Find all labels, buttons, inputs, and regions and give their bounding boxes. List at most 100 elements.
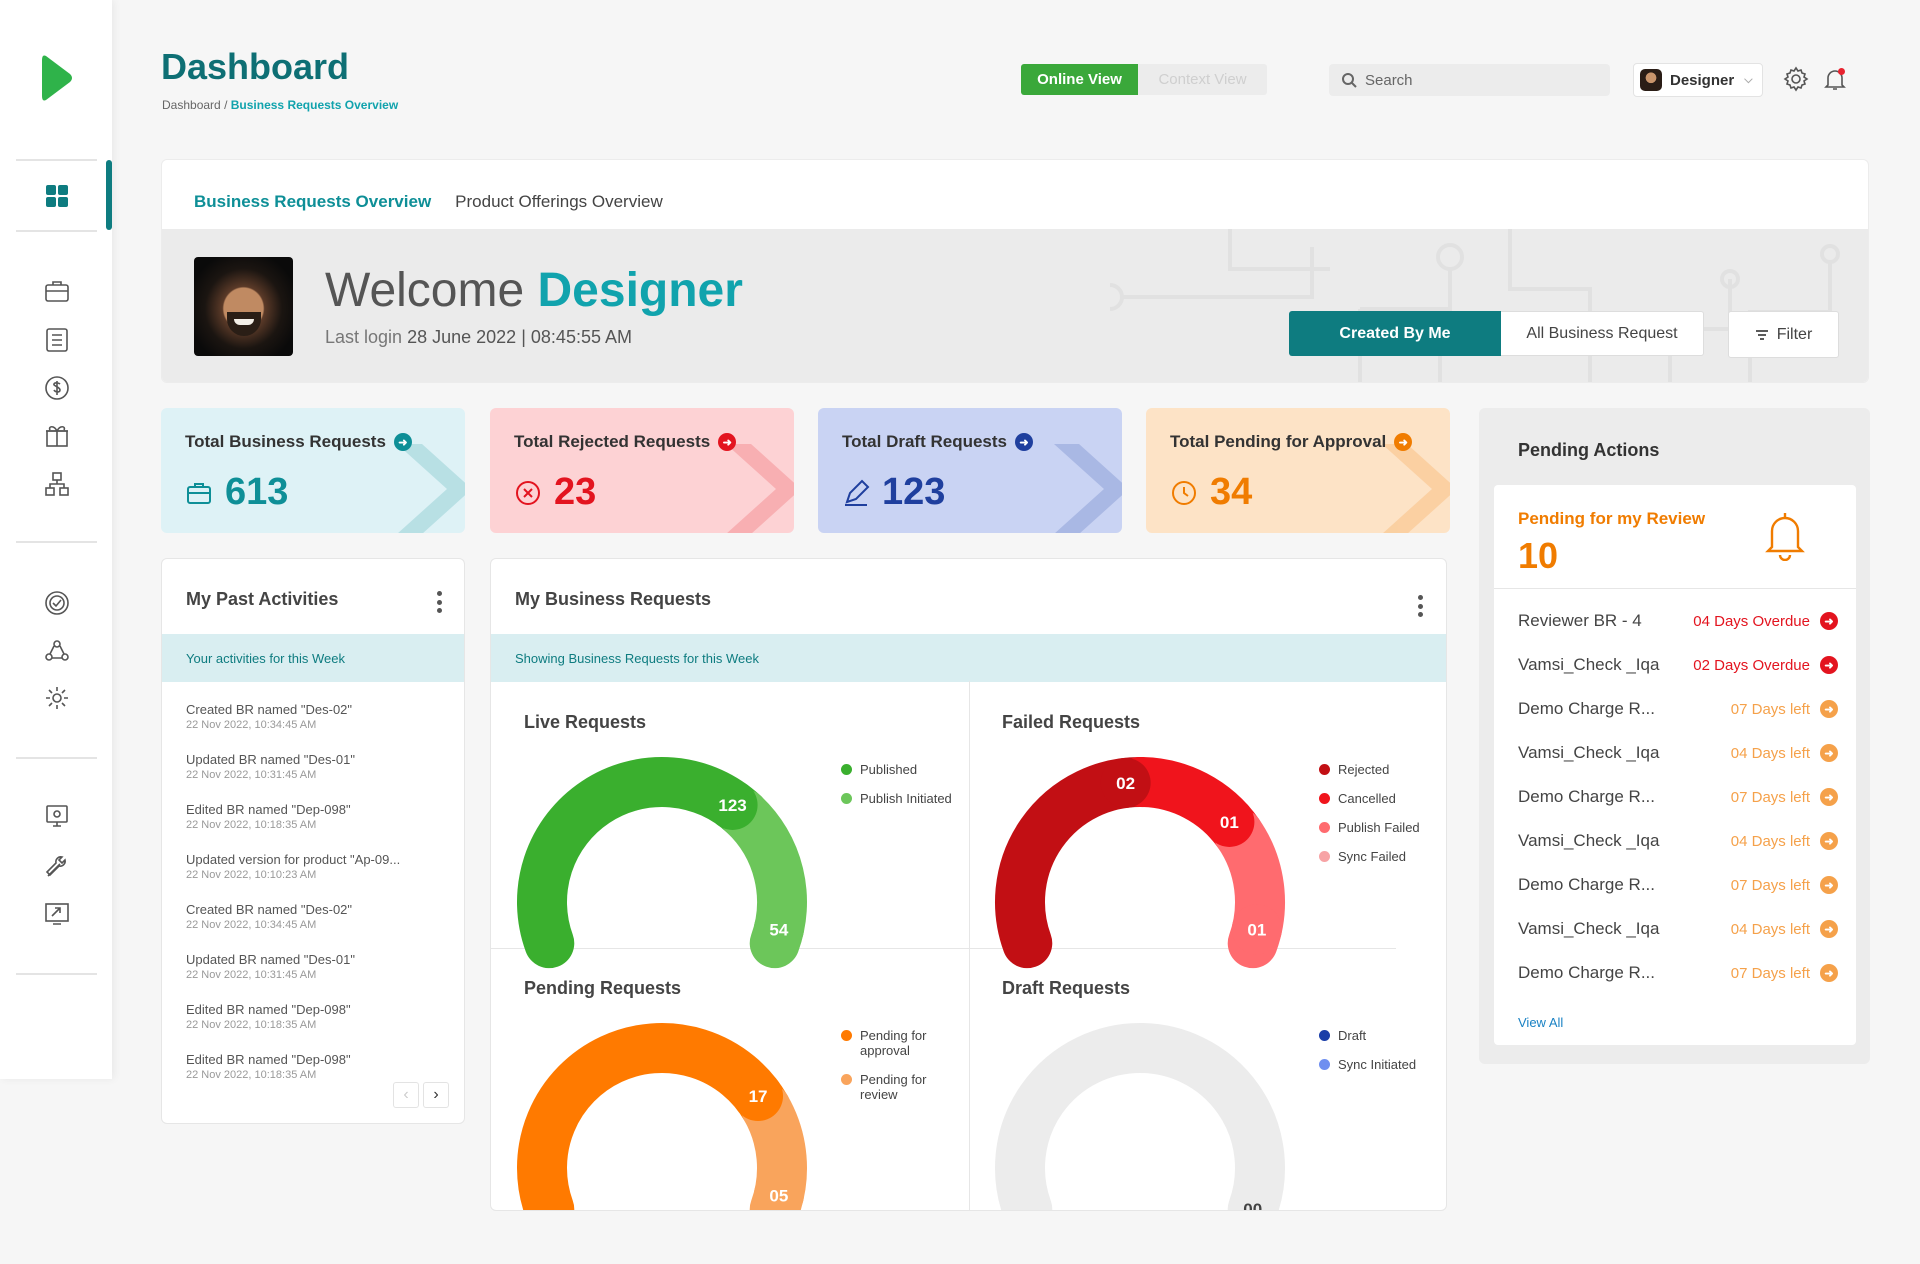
- kpi-value: 23: [514, 471, 596, 514]
- chart-legend: Rejected Cancelled Publish Failed Sync Fail…: [1319, 762, 1439, 878]
- activity-time: 22 Nov 2022, 10:18:35 AM: [186, 1069, 317, 1081]
- circuit-pattern-decoration: [1110, 229, 1840, 382]
- gift-icon[interactable]: [41, 419, 73, 451]
- arrow-right-icon[interactable]: ➜: [1394, 433, 1413, 451]
- more-options-icon[interactable]: [436, 591, 442, 613]
- check-circle-icon[interactable]: [41, 587, 73, 619]
- kpi-card[interactable]: Total Pending for Approval ➜ 34: [1146, 408, 1450, 533]
- pending-item-name: Demo Charge R...: [1518, 787, 1655, 806]
- avatar: [1640, 69, 1662, 91]
- activity-time: 22 Nov 2022, 10:18:35 AM: [186, 819, 317, 831]
- legend-item: Rejected: [1319, 762, 1439, 777]
- business-requests-week-banner: Showing Business Requests for this Week: [491, 634, 1446, 682]
- monitor-settings-icon[interactable]: [41, 800, 73, 832]
- online-view-button[interactable]: Online View: [1021, 64, 1138, 95]
- breadcrumb: Dashboard / Business Requests Overview: [162, 98, 398, 112]
- search-placeholder: Search: [1365, 71, 1413, 89]
- kpi-label: Total Rejected Requests ➜: [514, 432, 737, 452]
- gauge-svg: 02 01 01: [995, 757, 1285, 969]
- gauge-chart: Live Requests 123 54 Published Publish Initi…: [491, 682, 970, 969]
- pending-item-status: 07 Days left: [1730, 700, 1810, 718]
- arrow-right-icon[interactable]: ➜: [1820, 744, 1838, 762]
- pending-actions-panel: Pending Actions Pending for my Review 10…: [1479, 408, 1870, 1064]
- legend-swatch: [1319, 793, 1330, 804]
- pending-item[interactable]: Demo Charge R... 07 Days left ➜: [1518, 961, 1838, 985]
- arrow-right-icon[interactable]: ➜: [1820, 788, 1838, 806]
- pending-item[interactable]: Demo Charge R... 07 Days left ➜: [1518, 873, 1838, 897]
- activity-time: 22 Nov 2022, 10:31:45 AM: [186, 769, 317, 781]
- export-screen-icon[interactable]: [41, 898, 73, 930]
- gauge-segment[interactable]: [517, 1023, 791, 1210]
- legend-item: Pending for review: [841, 1072, 961, 1102]
- arrow-right-icon[interactable]: ➜: [1820, 964, 1838, 982]
- kpi-card[interactable]: Total Business Requests ➜ 613: [161, 408, 465, 533]
- next-page-button[interactable]: ›: [423, 1082, 449, 1108]
- created-by-me-button[interactable]: Created By Me: [1289, 311, 1501, 356]
- chevron-decoration-icon: [1054, 444, 1122, 533]
- view-all-link[interactable]: View All: [1518, 1015, 1563, 1030]
- past-activities-title: My Past Activities: [186, 589, 339, 609]
- app-logo[interactable]: [40, 52, 76, 104]
- breadcrumb-root[interactable]: Dashboard: [162, 98, 221, 112]
- dashboard-grid-icon[interactable]: [41, 180, 73, 212]
- arrow-right-icon[interactable]: ➜: [1820, 876, 1838, 894]
- activity-text: Created BR named "Des-02": [186, 702, 353, 717]
- settings-cog-icon[interactable]: [41, 682, 73, 714]
- tab-product-offerings-overview[interactable]: Product Offerings Overview: [455, 192, 663, 232]
- pending-item[interactable]: Vamsi_Check _Iqa 04 Days left ➜: [1518, 917, 1838, 941]
- arrow-right-icon[interactable]: ➜: [1820, 700, 1838, 718]
- pending-item[interactable]: Vamsi_Check _Iqa 04 Days left ➜: [1518, 829, 1838, 853]
- chart-legend: Draft Sync Initiated: [1319, 1028, 1439, 1086]
- arrow-right-icon[interactable]: ➜: [1820, 920, 1838, 938]
- chart-title: Pending Requests: [524, 978, 682, 998]
- prev-page-button[interactable]: ‹: [393, 1082, 419, 1108]
- context-view-button[interactable]: Context View: [1138, 64, 1267, 95]
- chart-title: Live Requests: [524, 712, 647, 732]
- legend-item: Published: [841, 762, 961, 777]
- pending-item[interactable]: Vamsi_Check _Iqa 04 Days left ➜: [1518, 741, 1838, 765]
- kpi-card[interactable]: Total Draft Requests ➜ 123: [818, 408, 1122, 533]
- activity-text: Edited BR named "Dep-098": [186, 1002, 351, 1017]
- bell-icon[interactable]: [1822, 66, 1850, 94]
- tools-icon[interactable]: [41, 851, 73, 883]
- business-requests-title: My Business Requests: [515, 589, 712, 609]
- pending-item[interactable]: Reviewer BR - 4 04 Days Overdue ➜: [1518, 609, 1838, 633]
- users-network-icon[interactable]: [41, 635, 73, 667]
- briefcase-icon[interactable]: [41, 275, 73, 307]
- user-menu-dropdown[interactable]: Designer ⌵: [1633, 63, 1763, 97]
- overview-panel: Business Requests Overview Product Offer…: [161, 159, 1869, 383]
- arrow-right-icon[interactable]: ➜: [718, 433, 737, 451]
- search-input[interactable]: Search: [1329, 64, 1610, 96]
- pending-review-header: Pending for my Review 10: [1494, 485, 1856, 589]
- legend-label: Sync Failed: [1338, 849, 1406, 864]
- pending-item[interactable]: Demo Charge R... 07 Days left ➜: [1518, 697, 1838, 721]
- clock-icon: [1172, 480, 1196, 505]
- legend-item: Sync Initiated: [1319, 1057, 1439, 1072]
- reject-circle-icon: [516, 480, 540, 505]
- all-business-request-button[interactable]: All Business Request: [1501, 311, 1704, 356]
- arrow-right-icon[interactable]: ➜: [1820, 832, 1838, 850]
- filter-button[interactable]: Filter: [1728, 311, 1839, 358]
- document-list-icon[interactable]: [41, 324, 73, 356]
- gauge-value-label: 54: [769, 920, 788, 939]
- gear-icon[interactable]: [1783, 66, 1811, 94]
- more-options-icon[interactable]: [1417, 595, 1423, 617]
- arrow-right-icon[interactable]: ➜: [1820, 656, 1838, 674]
- tab-business-requests-overview[interactable]: Business Requests Overview: [194, 192, 432, 232]
- last-login: Last login 28 June 2022 | 08:45:55 AM: [325, 327, 632, 348]
- welcome-user-name: Designer: [537, 264, 743, 317]
- activity-text: Edited BR named "Dep-098": [186, 1052, 351, 1067]
- hierarchy-icon[interactable]: [41, 468, 73, 500]
- arrow-right-icon[interactable]: ➜: [1015, 433, 1033, 451]
- sidebar-divider: [16, 973, 97, 975]
- arrow-right-icon[interactable]: ➜: [1820, 612, 1838, 630]
- legend-item: Pending for approval: [841, 1028, 961, 1058]
- sidebar-divider: [16, 159, 97, 161]
- kpi-card[interactable]: Total Rejected Requests ➜ 23: [490, 408, 794, 533]
- arrow-right-icon[interactable]: ➜: [393, 433, 412, 451]
- legend-swatch: [841, 1074, 852, 1085]
- pending-item[interactable]: Demo Charge R... 07 Days left ➜: [1518, 785, 1838, 809]
- dollar-icon[interactable]: [41, 372, 73, 404]
- gauge-svg: 123 54: [517, 757, 807, 969]
- pending-item[interactable]: Vamsi_Check _Iqa 02 Days Overdue ➜: [1518, 653, 1838, 677]
